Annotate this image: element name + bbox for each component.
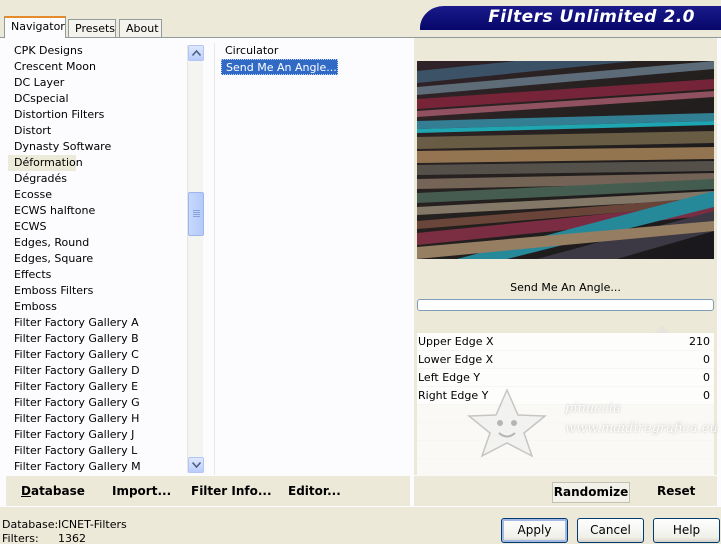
parameter-list: Upper Edge X 210 Lower Edge X 0 Left Edg…	[417, 325, 718, 477]
help-button[interactable]: Help	[653, 518, 720, 543]
database-status-value: ICNET-Filters	[58, 518, 127, 531]
filter-category-item[interactable]: Filter Factory Gallery A	[8, 315, 188, 331]
database-button[interactable]: Database	[21, 484, 85, 498]
filter-category-item[interactable]: Filter Factory Gallery L	[8, 443, 188, 459]
filter-category-item[interactable]: Filter Factory Gallery M	[8, 459, 188, 475]
filter-category-list[interactable]: CPK Designs Crescent Moon DC Layer DCspecia…	[8, 43, 188, 475]
title-banner: Filters Unlimited 2.0	[420, 6, 721, 30]
tab-presets[interactable]: Presets	[68, 19, 116, 38]
param-label: Left Edge Y	[418, 371, 481, 384]
filter-category-item[interactable]: Filter Factory Gallery B	[8, 331, 188, 347]
filter-category-item[interactable]: Filter Factory Gallery D	[8, 363, 188, 379]
filter-info-button[interactable]: Filter Info...	[191, 484, 272, 498]
scroll-down-arrow-icon	[192, 462, 201, 468]
tab-about[interactable]: About	[119, 19, 162, 38]
status-area: Database:ICNET-Filters Filters: 1362	[2, 518, 127, 544]
filter-category-item[interactable]: ECWS halftone	[8, 203, 188, 219]
filter-category-item[interactable]: Emboss	[8, 299, 188, 315]
param-label: Right Edge Y	[418, 389, 489, 402]
filter-category-item[interactable]: Déformation	[8, 155, 83, 171]
filter-category-item[interactable]: Dégradés	[8, 171, 188, 187]
filter-category-item[interactable]: Crescent Moon	[8, 59, 188, 75]
effect-item[interactable]: Circulator	[221, 43, 410, 59]
filters-status-value: 1362	[58, 532, 86, 544]
param-row-empty	[417, 441, 714, 459]
filter-category-item[interactable]: Edges, Round	[8, 235, 188, 251]
filter-category-item[interactable]: DCspecial	[8, 91, 188, 107]
filter-category-item[interactable]: Filter Factory Gallery J	[8, 427, 188, 443]
effect-item[interactable]: Send Me An Angle...	[221, 59, 338, 75]
scroll-thumb[interactable]	[188, 192, 204, 236]
toolbar-left: Database Import... Filter Info... Editor…	[6, 476, 410, 506]
preview-effect-name: Send Me An Angle...	[510, 281, 621, 294]
import-button[interactable]: Import...	[112, 484, 171, 498]
action-toolbar: Database Import... Filter Info... Editor…	[0, 476, 721, 508]
filter-category-item[interactable]: Emboss Filters	[8, 283, 188, 299]
editor-button[interactable]: Editor...	[288, 484, 341, 498]
preview-pane: Send Me An Angle... Upper Edge X 210 Low…	[414, 38, 718, 477]
scroll-down-button[interactable]	[188, 457, 204, 473]
scroll-up-button[interactable]	[188, 45, 204, 61]
param-label: Lower Edge X	[418, 353, 494, 366]
cancel-button[interactable]: Cancel	[577, 518, 644, 543]
filter-category-item[interactable]: DC Layer	[8, 75, 188, 91]
tab-bar: Navigator Presets About	[0, 16, 420, 38]
randomize-button[interactable]: Randomize	[552, 482, 630, 503]
filter-category-item[interactable]: Edges, Square	[8, 251, 188, 267]
filter-category-item[interactable]: Filter Factory Gallery E	[8, 379, 188, 395]
toolbar-right: Randomize Reset	[414, 476, 717, 506]
category-scrollbar[interactable]	[187, 45, 204, 473]
param-row-empty	[417, 405, 714, 423]
database-status-label: Database:	[2, 518, 59, 531]
effect-list[interactable]: Circulator Send Me An Angle...	[214, 43, 410, 475]
progress-bar	[417, 299, 714, 311]
filter-category-item[interactable]: Filter Factory Gallery H	[8, 411, 188, 427]
tab-navigator[interactable]: Navigator	[4, 16, 66, 38]
preview-image	[417, 61, 714, 259]
apply-button[interactable]: Apply	[501, 518, 568, 543]
reset-button[interactable]: Reset	[657, 484, 695, 498]
scroll-up-arrow-icon	[192, 50, 201, 56]
param-value: 210	[689, 335, 710, 348]
slider-marker-icon	[654, 325, 670, 333]
filter-category-item[interactable]: CPK Designs	[8, 43, 188, 59]
param-value: 0	[703, 353, 710, 366]
param-label: Upper Edge X	[418, 335, 494, 348]
database-label: atabase	[30, 484, 85, 498]
filter-category-item[interactable]: Dynasty Software	[8, 139, 188, 155]
param-row-lower-edge-x[interactable]: Lower Edge X 0	[417, 351, 714, 369]
filters-status-label: Filters:	[2, 532, 39, 544]
param-row-upper-edge-x[interactable]: Upper Edge X 210	[417, 325, 714, 351]
param-row-left-edge-y[interactable]: Left Edge Y 0	[417, 369, 714, 387]
param-row-empty	[417, 459, 714, 477]
param-value: 0	[703, 371, 710, 384]
filter-category-item[interactable]: Effects	[8, 267, 188, 283]
filter-category-item[interactable]: ECWS	[8, 219, 188, 235]
filter-category-item[interactable]: Ecosse	[8, 187, 188, 203]
filter-category-item[interactable]: Filter Factory Gallery G	[8, 395, 188, 411]
param-row-right-edge-y[interactable]: Right Edge Y 0	[417, 387, 714, 405]
filter-category-item[interactable]: Filter Factory Gallery C	[8, 347, 188, 363]
param-row-empty	[417, 423, 714, 441]
param-value: 0	[703, 389, 710, 402]
app-title: Filters Unlimited 2.0	[488, 7, 695, 27]
filter-category-item[interactable]: Distort	[8, 123, 188, 139]
filter-category-item[interactable]: Distortion Filters	[8, 107, 188, 123]
navigator-panel: CPK Designs Crescent Moon DC Layer DCspecia…	[0, 37, 721, 507]
